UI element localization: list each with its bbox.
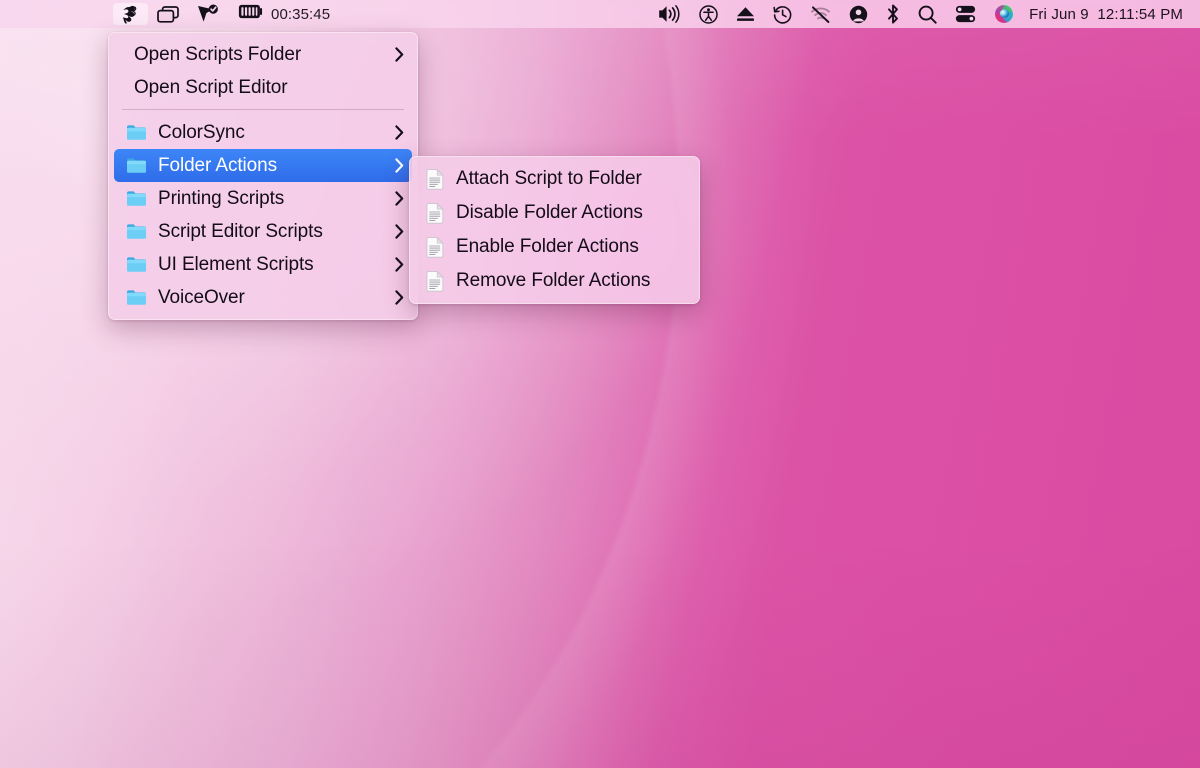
- menu-bar-left-group: 00:35:45: [113, 0, 339, 28]
- menu-item-label: UI Element Scripts: [158, 253, 314, 275]
- menu-item-open-script-editor[interactable]: Open Script Editor: [114, 71, 412, 104]
- menu-item-label: Printing Scripts: [158, 187, 285, 209]
- menu-item-colorsync[interactable]: ColorSync: [114, 116, 412, 149]
- windows-stack-icon: [157, 5, 179, 23]
- menu-item-label: Script Editor Scripts: [158, 220, 323, 242]
- chevron-right-icon: [383, 125, 404, 140]
- script-document-icon: [424, 202, 446, 224]
- menu-item-voiceover[interactable]: VoiceOver: [114, 281, 412, 314]
- menu-item-label: VoiceOver: [158, 286, 245, 308]
- folder-icon: [125, 188, 147, 210]
- timer-battery-icon: [238, 4, 263, 24]
- applescript-icon: [122, 5, 139, 24]
- shortcuts-menu[interactable]: [188, 3, 229, 25]
- menu-item-folder-actions[interactable]: Folder Actions: [114, 149, 412, 182]
- mission-control-menu[interactable]: [148, 3, 188, 25]
- control-center-menu[interactable]: [946, 3, 985, 25]
- menu-bar-clock[interactable]: Fri Jun 9 12:11:54 PM: [1023, 6, 1192, 23]
- folder-icon: [125, 221, 147, 243]
- menu-item-printing-scripts[interactable]: Printing Scripts: [114, 182, 412, 215]
- cursor-check-icon: [197, 4, 220, 24]
- siri-orb-icon: [994, 4, 1014, 24]
- folder-icon: [125, 122, 147, 144]
- menu-item-open-scripts-folder[interactable]: Open Scripts Folder: [114, 38, 412, 71]
- submenu-item-label: Enable Folder Actions: [456, 236, 639, 257]
- menu-bar-right-group: Fri Jun 9 12:11:54 PM: [649, 0, 1192, 28]
- script-document-icon: [424, 236, 446, 258]
- submenu-item-label: Attach Script to Folder: [456, 168, 642, 189]
- menu-item-script-editor-scripts[interactable]: Script Editor Scripts: [114, 215, 412, 248]
- spotlight-menu[interactable]: [909, 3, 946, 25]
- speaker-waves-icon: [658, 5, 681, 23]
- folder-icon: [125, 155, 147, 177]
- volume-menu[interactable]: [649, 3, 690, 25]
- submenu-item-enable-folder-actions[interactable]: Enable Folder Actions: [415, 230, 694, 264]
- script-document-icon: [424, 270, 446, 292]
- search-icon: [918, 5, 937, 24]
- chevron-right-icon: [383, 47, 404, 62]
- menu-item-label: ColorSync: [158, 121, 245, 143]
- menu-bar: 00:35:45 Fri Jun 9 12:11:54 PM: [0, 0, 1200, 28]
- applescript-menu[interactable]: [113, 3, 148, 25]
- wifi-off-icon: [810, 5, 831, 23]
- applescript-main-menu: Open Scripts Folder Open Script Editor C…: [108, 32, 418, 320]
- chevron-right-icon: [383, 158, 404, 173]
- siri-menu[interactable]: [985, 3, 1023, 25]
- folder-icon: [125, 287, 147, 309]
- user-circle-icon: [849, 5, 868, 24]
- control-center-icon: [955, 5, 976, 23]
- submenu-item-label: Remove Folder Actions: [456, 270, 651, 291]
- timer-menu[interactable]: 00:35:45: [229, 3, 339, 25]
- accessibility-icon: [699, 4, 718, 24]
- menu-separator: [122, 109, 404, 110]
- chevron-right-icon: [383, 191, 404, 206]
- submenu-item-remove-folder-actions[interactable]: Remove Folder Actions: [415, 264, 694, 298]
- bluetooth-icon: [886, 4, 900, 24]
- accessibility-menu[interactable]: [690, 3, 727, 25]
- folder-icon: [125, 254, 147, 276]
- wifi-menu[interactable]: [801, 3, 840, 25]
- bluetooth-menu[interactable]: [877, 3, 909, 25]
- chevron-right-icon: [383, 224, 404, 239]
- submenu-item-label: Disable Folder Actions: [456, 202, 643, 223]
- script-document-icon: [424, 168, 446, 190]
- menu-item-label: Open Script Editor: [134, 76, 288, 98]
- desktop: 00:35:45 Fri Jun 9 12:11:54 PM Open Scri…: [0, 0, 1200, 768]
- menu-item-ui-element-scripts[interactable]: UI Element Scripts: [114, 248, 412, 281]
- submenu-item-disable-folder-actions[interactable]: Disable Folder Actions: [415, 196, 694, 230]
- chevron-right-icon: [383, 257, 404, 272]
- menu-item-label: Open Scripts Folder: [134, 43, 302, 65]
- user-account-menu[interactable]: [840, 3, 877, 25]
- eject-icon: [736, 6, 755, 22]
- submenu-item-attach-script-to-folder[interactable]: Attach Script to Folder: [415, 162, 694, 196]
- menu-item-label: Folder Actions: [158, 154, 277, 176]
- eject-menu[interactable]: [727, 3, 764, 25]
- chevron-right-icon: [383, 290, 404, 305]
- folder-actions-submenu: Attach Script to Folder Disable Folder A…: [409, 156, 700, 304]
- time-machine-menu[interactable]: [764, 3, 801, 25]
- timer-value: 00:35:45: [271, 5, 331, 23]
- time-machine-icon: [773, 5, 792, 24]
